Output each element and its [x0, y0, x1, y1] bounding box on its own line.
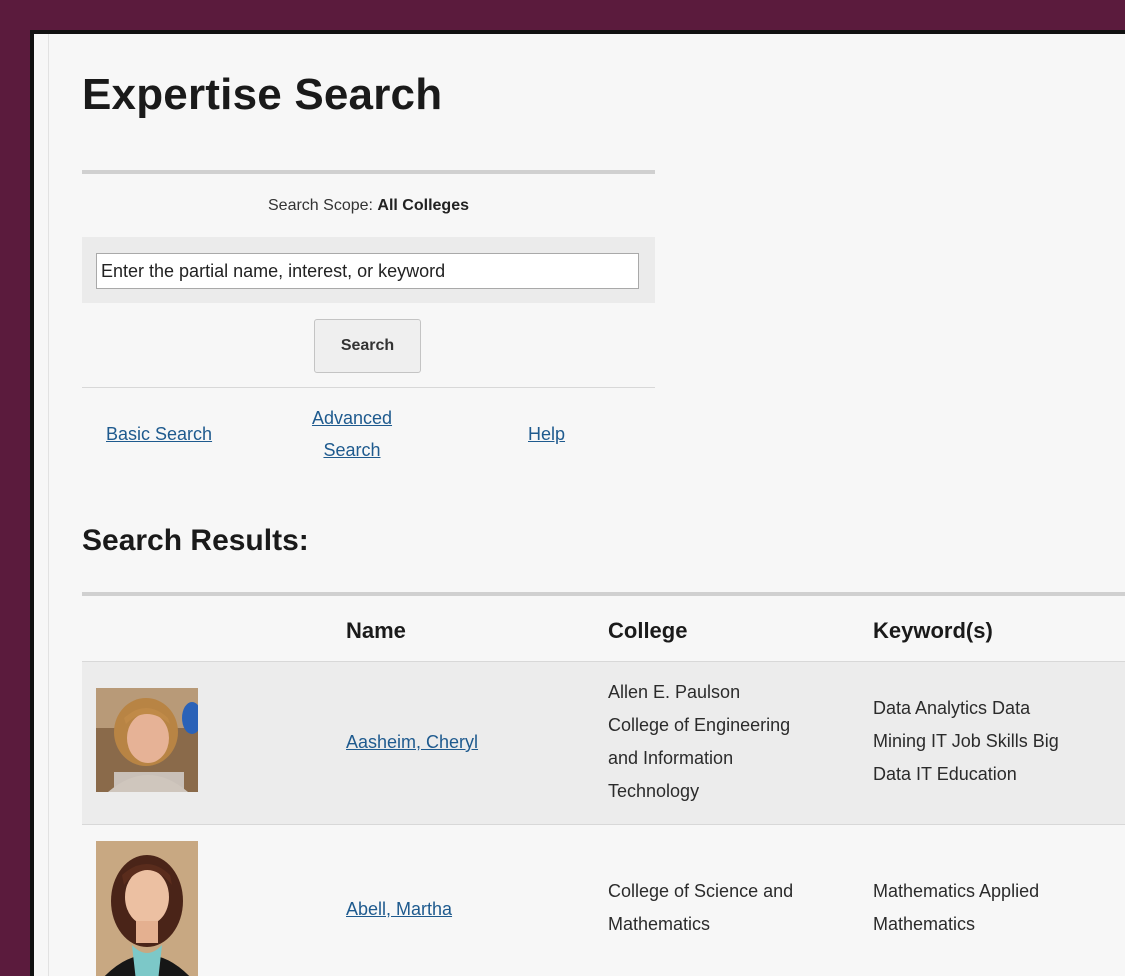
basic-search-link[interactable]: Basic Search — [106, 418, 212, 450]
panel-left-rule — [48, 34, 49, 976]
search-input[interactable] — [96, 253, 639, 289]
result-keyword-line: Data Analytics Data — [873, 698, 1031, 718]
main-panel: Expertise Search Search Scope: All Colle… — [30, 30, 1125, 976]
search-links: Basic Search Advanced Search Help — [82, 388, 655, 478]
result-keywords: Data Analytics Data Mining IT Job Skills… — [873, 692, 1059, 791]
advanced-search-link-line2: Search — [323, 440, 381, 460]
result-keyword-line: Data IT Education — [873, 764, 1017, 784]
result-keyword-line: Mining IT Job Skills Big — [873, 731, 1059, 751]
results-table-header: Name College Keyword(s) — [82, 596, 1125, 662]
advanced-search-link-line1: Advanced — [311, 408, 393, 428]
column-header-name: Name — [346, 618, 406, 643]
result-keywords: Mathematics Applied Mathematics — [873, 875, 1039, 941]
search-top-divider — [82, 170, 655, 174]
avatar — [96, 841, 198, 976]
table-row: Aasheim, Cheryl Allen E. Paulson College… — [82, 662, 1125, 825]
avatar — [96, 688, 198, 792]
column-header-college: College — [608, 618, 688, 643]
table-row: Abell, Martha College of Science and Mat… — [82, 825, 1125, 976]
advanced-search-link[interactable]: Advanced Search — [302, 402, 402, 466]
result-college: College of Science and Mathematics — [608, 875, 793, 941]
result-name-link[interactable]: Abell, Martha — [346, 893, 452, 926]
results-title: Search Results: — [82, 524, 309, 557]
results-table: Name College Keyword(s) Aasheim, Cheryl — [82, 592, 1125, 976]
result-keyword-line: Mathematics — [873, 914, 976, 934]
result-college-line: Allen E. Paulson — [608, 682, 741, 702]
result-college-line: and Information — [608, 748, 734, 768]
page-title: Expertise Search — [82, 70, 443, 119]
help-link[interactable]: Help — [528, 418, 565, 450]
result-college: Allen E. Paulson College of Engineering … — [608, 676, 790, 808]
result-name-link[interactable]: Aasheim, Cheryl — [346, 726, 478, 759]
search-scope-value: All Colleges — [377, 197, 469, 214]
search-button[interactable]: Search — [314, 319, 421, 373]
search-button-row: Search — [82, 303, 655, 387]
result-college-line: Mathematics — [608, 914, 711, 934]
result-keyword-line: Mathematics Applied — [873, 881, 1040, 901]
result-college-line: Technology — [608, 781, 700, 801]
column-header-keywords: Keyword(s) — [873, 618, 993, 643]
search-scope: Search Scope: All Colleges — [82, 197, 655, 217]
search-box: Search Scope: All Colleges Search Basic … — [82, 170, 655, 478]
result-college-line: College of Engineering — [608, 715, 791, 735]
result-college-line: College of Science and — [608, 881, 794, 901]
search-scope-label: Search Scope: — [268, 197, 373, 214]
search-input-wrap — [82, 237, 655, 303]
